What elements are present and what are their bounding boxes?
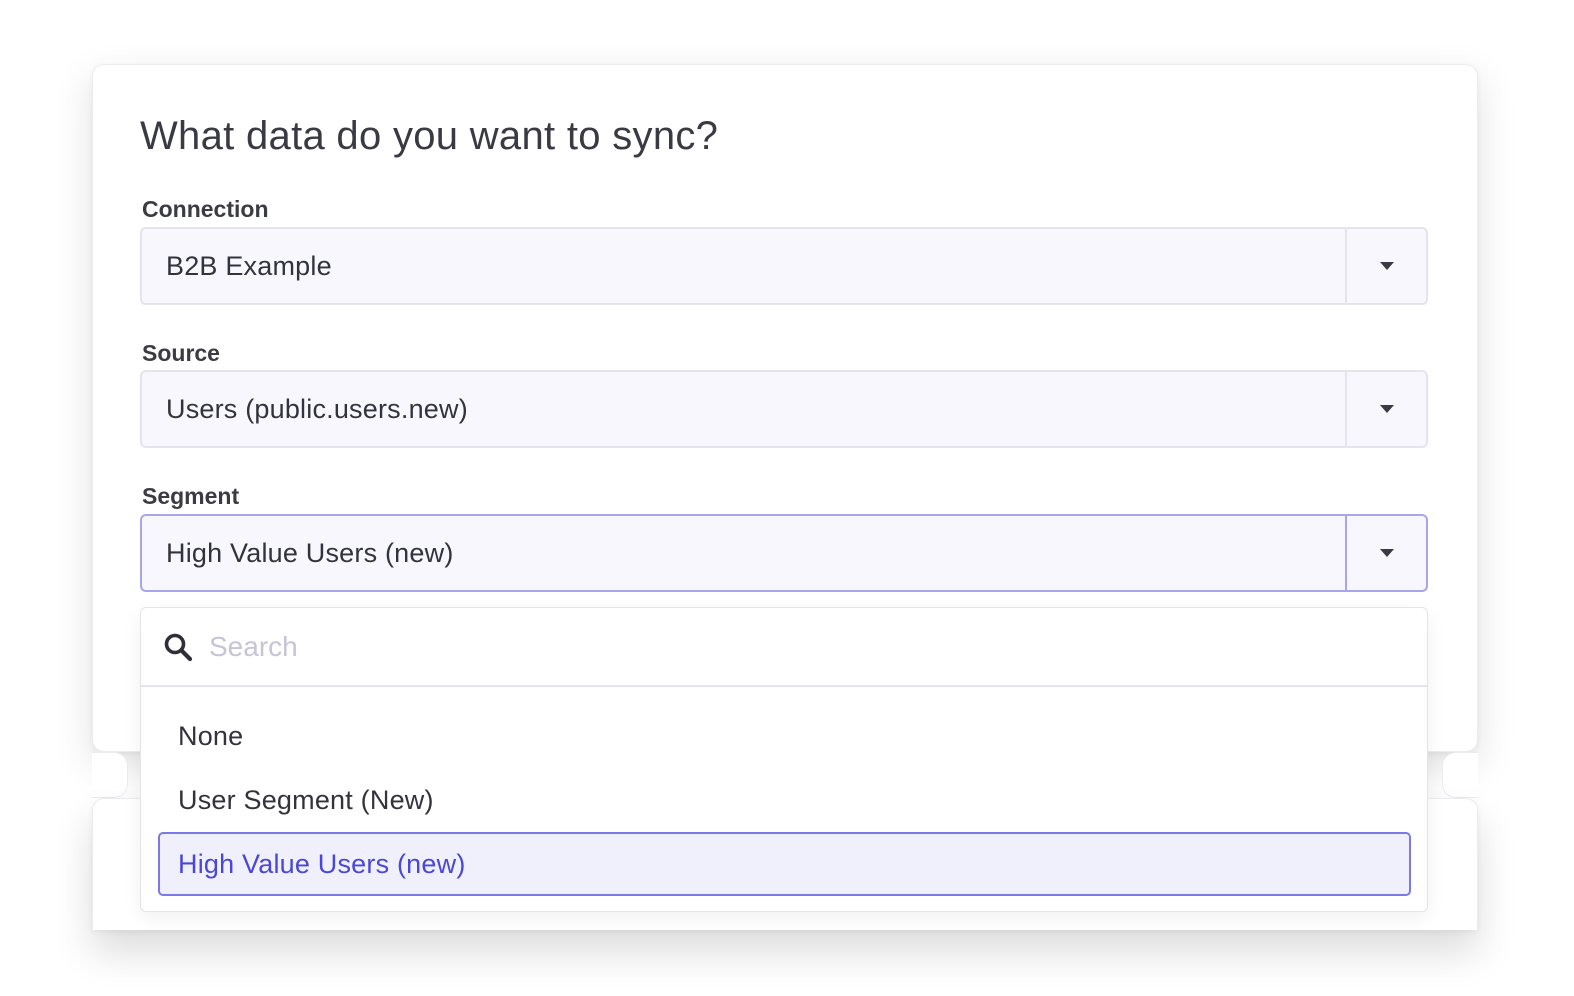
segment-option-user-segment-new[interactable]: User Segment (New)	[158, 768, 1411, 832]
segment-option-none[interactable]: None	[158, 704, 1411, 768]
page-title: What data do you want to sync?	[140, 114, 719, 158]
segment-dropdown-toggle[interactable]	[1345, 516, 1426, 590]
dropdown-search-input[interactable]	[209, 630, 1427, 663]
source-label: Source	[142, 340, 220, 366]
chevron-down-icon	[1379, 262, 1394, 270]
segment-label: Segment	[142, 483, 240, 509]
card-connector-left	[92, 752, 128, 798]
search-icon	[164, 633, 193, 661]
segment-select[interactable]: High Value Users (new)	[140, 514, 1428, 592]
chevron-down-icon	[1379, 405, 1394, 413]
dropdown-options-list: None User Segment (New) High Value Users…	[141, 687, 1427, 896]
connection-dropdown-toggle[interactable]	[1345, 229, 1426, 303]
dropdown-search-bar	[141, 608, 1427, 687]
chevron-down-icon	[1379, 549, 1394, 557]
page: What data do you want to sync? Connectio…	[0, 0, 1574, 996]
segment-value: High Value Users (new)	[166, 537, 454, 568]
connection-label: Connection	[142, 196, 269, 222]
segment-dropdown-menu: None User Segment (New) High Value Users…	[140, 607, 1428, 912]
card-connector-right	[1442, 752, 1478, 798]
source-value: Users (public.users.new)	[166, 393, 468, 424]
connection-value: B2B Example	[166, 250, 332, 281]
source-select[interactable]: Users (public.users.new)	[140, 370, 1428, 448]
segment-option-high-value-users-new[interactable]: High Value Users (new)	[158, 832, 1411, 896]
connection-select[interactable]: B2B Example	[140, 227, 1428, 305]
source-dropdown-toggle[interactable]	[1345, 372, 1426, 446]
